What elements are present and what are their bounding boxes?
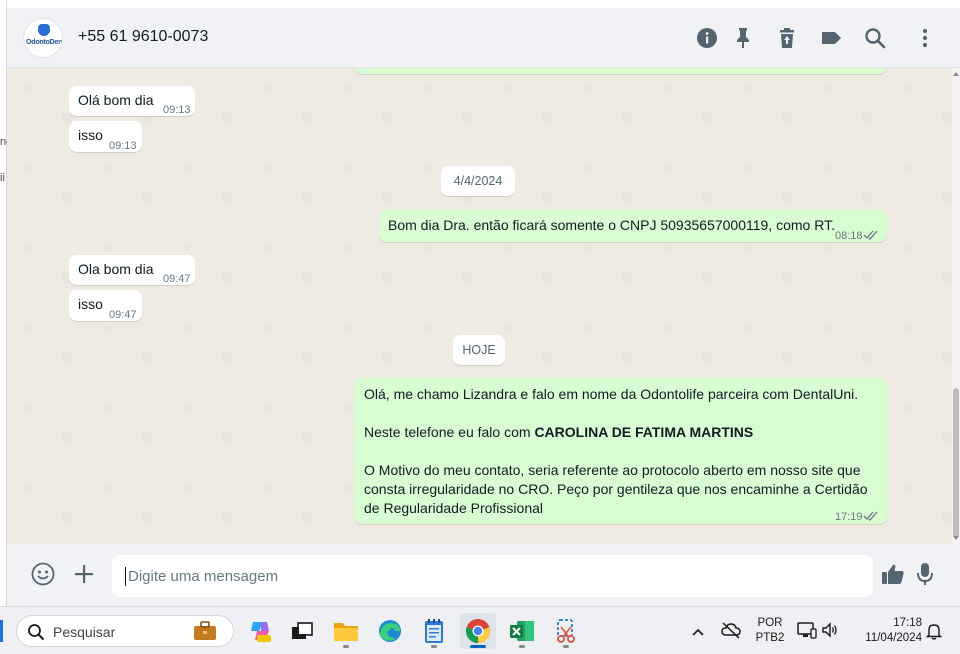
clock-time: 17:18 [893,617,922,629]
task-view-icon[interactable] [284,613,320,649]
running-indicator [470,645,486,648]
snipping-tool-icon[interactable] [548,613,584,649]
contact-highlight: CAROLINA DE FATIMA MARTINS [534,424,754,440]
message-time: 08:18 [835,230,863,242]
running-indicator [343,645,349,648]
avatar[interactable]: OdontoDente [23,18,63,58]
chevron-up-icon[interactable] [691,624,705,642]
incoming-message[interactable]: Olá bom dia 09:13 [69,86,195,116]
windows-taskbar: Pesquisar POR PTB2 17:18 11/04/2024 [0,606,960,654]
message-text: isso [78,296,103,312]
info-icon[interactable] [693,24,721,52]
running-indicator [431,645,437,648]
tooth-logo-icon [38,24,50,36]
date-separator: HOJE [453,335,505,365]
left-fragment-1: ne [0,136,7,148]
network-icon[interactable] [797,621,817,644]
partial-outgoing-bubble [354,68,887,74]
scroll-up-icon[interactable] [953,72,959,76]
edge-icon[interactable] [372,613,408,649]
message-list[interactable]: Olá bom dia 09:13 isso 09:13 4/4/2024 Bo… [7,68,952,544]
search-icon [27,623,45,646]
search-label: Pesquisar [53,624,116,640]
incoming-message[interactable]: Ola bom dia 09:47 [69,255,195,285]
copilot-icon[interactable] [242,613,278,649]
left-fragment-2: ii [0,172,5,184]
clock-date: 11/04/2024 [865,632,922,644]
left-panel-edge: ne ii [0,0,7,606]
logo-text: OdontoDente [26,39,63,46]
message-input[interactable] [112,555,873,597]
notepad-icon[interactable] [416,613,452,649]
message-time: 09:47 [109,309,137,321]
language-indicator[interactable]: POR PTB2 [752,616,788,646]
taskbar-search[interactable]: Pesquisar [16,615,234,647]
chat-header: OdontoDente +55 61 9610-0073 [7,8,960,68]
message-text: isso [78,127,103,143]
text-caret [125,567,126,586]
outgoing-message[interactable]: Bom dia Dra. então ficará somente o CNPJ… [379,210,887,242]
delete-icon[interactable] [773,24,801,52]
label-icon[interactable] [817,24,845,52]
language-code: POR [757,617,783,629]
notification-bell-icon[interactable] [925,622,943,645]
briefcase-icon [193,621,217,646]
message-text: Bom dia Dra. então ficará somente o CNPJ… [388,217,835,233]
message-time: 17:19 [835,511,863,523]
clock[interactable]: 17:18 11/04/2024 [852,616,922,646]
message-text: Olá bom dia [78,92,154,108]
whatsapp-window: ne ii OdontoDente +55 61 9610-0073 [0,0,960,606]
message-time: 09:13 [109,140,137,152]
message-text: Ola bom dia [78,261,154,277]
outgoing-message[interactable]: Olá, me chamo Lizandra e falo em nome da… [354,378,887,524]
message-line: Neste telefone eu falo com CAROLINA DE F… [364,423,879,442]
excel-icon[interactable] [504,613,540,649]
emoji-icon[interactable] [29,560,57,588]
message-text: Olá, me chamo Lizandra e falo em nome da… [364,385,879,518]
composer-bar [7,544,960,606]
incoming-message[interactable]: isso 09:47 [69,290,142,321]
plus-icon[interactable] [70,560,98,588]
message-line: Olá, me chamo Lizandra e falo em nome da… [364,386,859,402]
message-input-box[interactable] [112,555,873,597]
top-gap [0,0,960,8]
message-time: 09:13 [163,104,191,116]
contact-name[interactable]: +55 61 9610-0073 [78,28,208,46]
running-indicator [519,645,525,648]
keyboard-layout: PTB2 [755,632,785,644]
scroll-thumb[interactable] [953,388,959,538]
volume-icon[interactable] [821,621,839,644]
start-button[interactable] [0,620,3,642]
file-explorer-icon[interactable] [328,613,364,649]
menu-icon[interactable] [911,24,939,52]
pin-icon[interactable] [729,24,757,52]
onedrive-offline-icon[interactable] [721,621,741,644]
date-separator: 4/4/2024 [441,166,515,196]
message-line-prefix: Neste telefone eu falo com [364,424,535,440]
chat-scrollbar[interactable] [952,68,960,544]
read-ticks-icon [863,226,879,245]
thumbs-up-icon[interactable] [879,560,907,588]
microphone-icon[interactable] [911,560,939,588]
chrome-icon[interactable] [460,613,496,649]
scroll-down-icon[interactable] [953,536,959,540]
message-line: O Motivo do meu contato, seria referente… [364,462,868,516]
message-time: 09:47 [163,273,191,285]
running-indicator [563,645,569,648]
incoming-message[interactable]: isso 09:13 [69,121,142,152]
read-ticks-icon [863,507,879,526]
search-icon[interactable] [861,24,889,52]
